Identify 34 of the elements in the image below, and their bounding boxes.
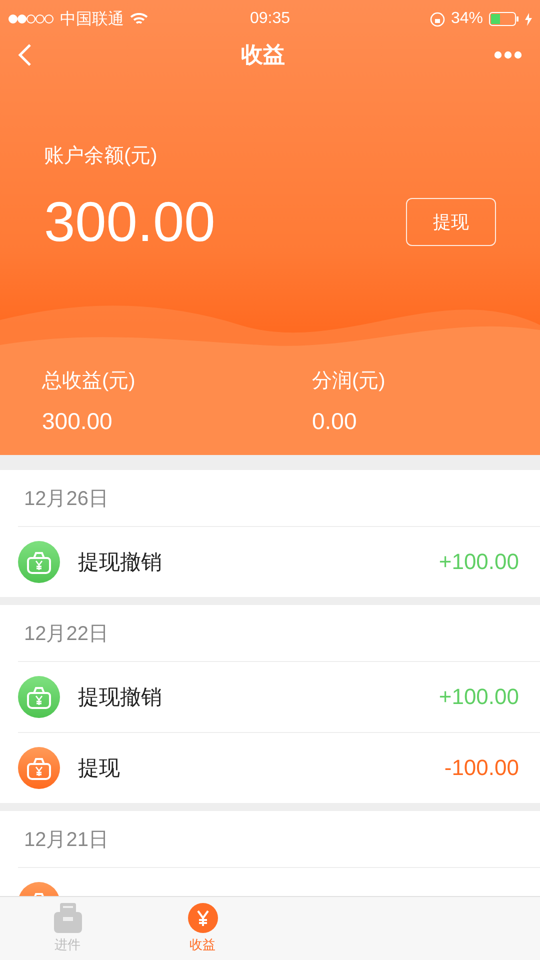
transaction-title: 提现 — [78, 756, 121, 782]
balance-label: 账户余额(元) — [44, 144, 158, 169]
more-icon[interactable] — [494, 51, 522, 59]
stat-label: 分润(元) — [312, 369, 386, 394]
stat-label: 总收益(元) — [42, 369, 136, 394]
transaction-amount: +100.00 — [438, 549, 519, 575]
transaction-amount: +100.00 — [438, 684, 519, 710]
carrier-name: 中国联通 — [60, 10, 124, 30]
stat-value: 0.00 — [312, 408, 358, 435]
balance-amount: 300.00 — [44, 189, 216, 254]
battery-icon — [489, 12, 520, 26]
printer-icon — [54, 903, 82, 933]
stat-value: 300.00 — [42, 408, 114, 435]
money-bag-icon — [18, 747, 60, 789]
transaction-row[interactable]: 提现撤销 +100.00 — [18, 526, 540, 597]
charging-icon — [525, 12, 532, 26]
wifi-icon — [130, 12, 148, 26]
page-title: 收益 — [241, 41, 285, 69]
battery-percent: 34% — [450, 10, 484, 28]
transaction-row[interactable]: 提现撤销 +100.00 — [18, 661, 540, 732]
transaction-title: 提现撤销 — [78, 550, 163, 576]
date-heading: 12月22日 — [23, 622, 110, 646]
signal-icon — [8, 14, 54, 24]
transaction-title: 提现撤销 — [78, 685, 163, 711]
status-time: 09:35 — [250, 10, 290, 28]
transaction-amount: -100.00 — [444, 755, 519, 781]
date-heading: 12月21日 — [23, 828, 110, 852]
rotation-lock-icon — [430, 12, 445, 26]
transaction-row[interactable]: 提现 -100.00 — [18, 732, 540, 803]
yen-icon — [188, 903, 218, 933]
money-bag-icon — [18, 676, 60, 718]
back-icon[interactable] — [18, 43, 32, 67]
date-heading: 12月26日 — [23, 486, 110, 512]
money-bag-icon — [18, 541, 60, 583]
